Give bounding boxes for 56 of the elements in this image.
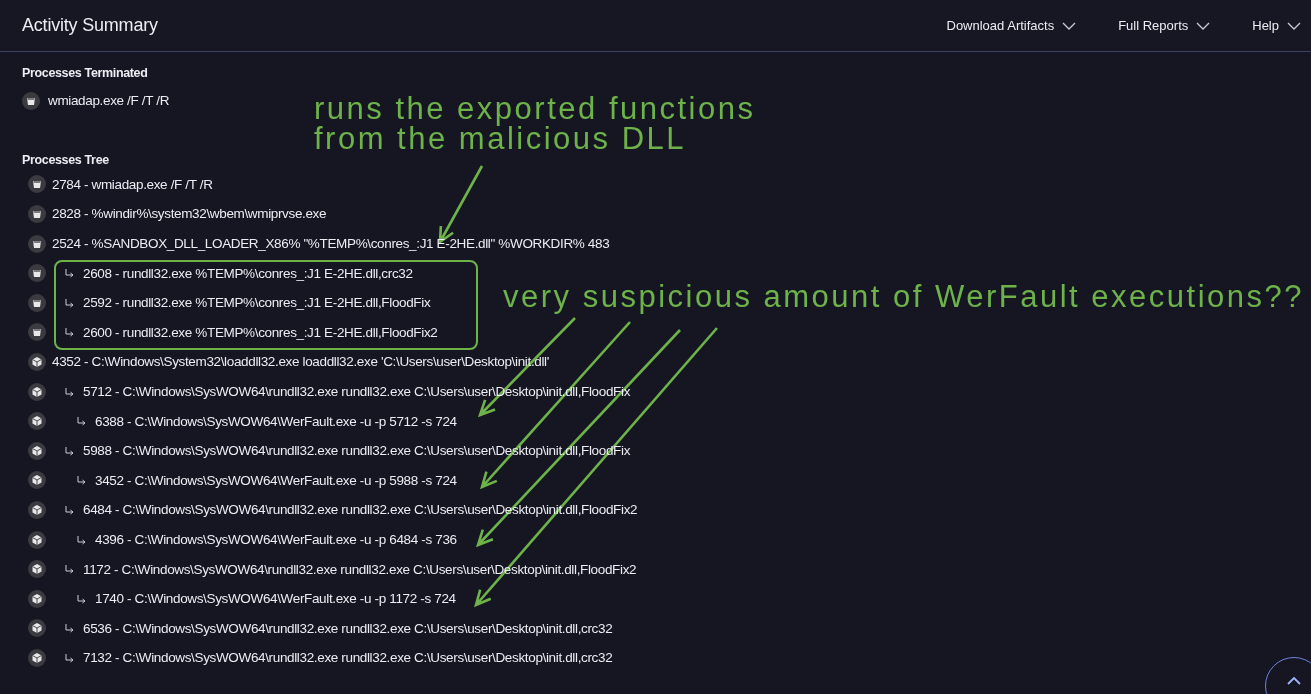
child-arrow-icon (76, 475, 86, 486)
chevron-down-icon (1062, 21, 1077, 30)
process-label: 2600 - rundll32.exe %TEMP%\conres_:J1 E-2HE.dll,FloodFix2 (83, 324, 438, 340)
annotation-text: runs the exported functions from the malicious DLL (314, 94, 756, 154)
cube-icon (28, 530, 46, 549)
child-arrow-icon (64, 445, 74, 456)
child-arrow-icon (64, 297, 74, 308)
child-arrow-icon (64, 386, 74, 397)
menu-dropdown[interactable]: Help (1252, 18, 1301, 33)
child-arrow-icon (64, 652, 74, 663)
process-icon (28, 205, 46, 223)
process-label: 6536 - C:\Windows\SysWOW64\rundll32.exe rundll32.exe C:\Users\user\Desktop\init.dll,crc32 (83, 620, 613, 636)
process-icon (28, 264, 46, 283)
process-label: 2784 - wmiadap.exe /F /T /R (52, 176, 213, 192)
process-icon (28, 175, 46, 194)
page-title: Activity Summary (22, 15, 158, 36)
process-label: 2828 - %windir%\system32\wbem\wmiprvse.exe (52, 206, 327, 222)
chevron-down-icon (1196, 21, 1211, 30)
chevron-down-icon (1287, 21, 1301, 30)
menu-dropdown[interactable]: Download Artifacts (946, 18, 1077, 33)
process-icon (28, 293, 46, 312)
cube-icon (28, 412, 46, 431)
annotation-text: very suspicious amount of WerFault executions?? (503, 282, 1304, 312)
cube-icon (28, 471, 46, 490)
menu-dropdown[interactable]: Full Reports (1118, 18, 1211, 33)
process-label: 2608 - rundll32.exe %TEMP%\conres_:J1 E-2HE.dll,crc32 (83, 265, 413, 281)
child-arrow-icon (76, 416, 86, 427)
process-icon (28, 323, 46, 342)
process-label: 2524 - %SANDBOX_DLL_LOADER_X86% "%TEMP%\conres_:J1 E-2HE.dll" %WORKDIR% 483 (52, 236, 610, 252)
child-arrow-icon (64, 327, 74, 338)
child-arrow-icon (64, 564, 74, 575)
child-arrow-icon (64, 268, 74, 279)
process-label: 2592 - rundll32.exe %TEMP%\conres_:J1 E-2HE.dll,FloodFix (83, 295, 431, 311)
process-label: 3452 - C:\Windows\SysWOW64\WerFault.exe -u -p 5988 -s 724 (95, 472, 457, 488)
chevron-up-icon (1287, 677, 1301, 685)
child-arrow-icon (64, 623, 74, 634)
cube-icon (28, 648, 46, 667)
cube-icon (28, 619, 46, 638)
process-label: 6388 - C:\Windows\SysWOW64\WerFault.exe -u -p 5712 -s 724 (95, 413, 457, 429)
process-icon (22, 91, 40, 110)
child-arrow-icon (76, 534, 86, 545)
process-label: 1740 - C:\Windows\SysWOW64\WerFault.exe -u -p 1172 -s 724 (95, 591, 456, 607)
process-label: wmiadap.exe /F /T /R (48, 93, 170, 109)
process-label: 7132 - C:\Windows\SysWOW64\rundll32.exe rundll32.exe C:\Users\user\Desktop\init.dll,crc32 (83, 650, 613, 666)
child-arrow-icon (76, 593, 86, 604)
process-icon (28, 234, 46, 253)
cube-icon (28, 382, 46, 401)
cube-icon (28, 352, 46, 371)
section-title: Processes Tree (22, 152, 110, 167)
section-title: Processes Terminated (22, 66, 149, 80)
cube-icon (28, 589, 46, 608)
process-label: 4396 - C:\Windows\SysWOW64\WerFault.exe -u -p 6484 -s 736 (95, 532, 457, 547)
cube-icon (28, 441, 46, 460)
cube-icon (28, 560, 46, 579)
cube-icon (28, 500, 46, 519)
child-arrow-icon (64, 504, 74, 515)
